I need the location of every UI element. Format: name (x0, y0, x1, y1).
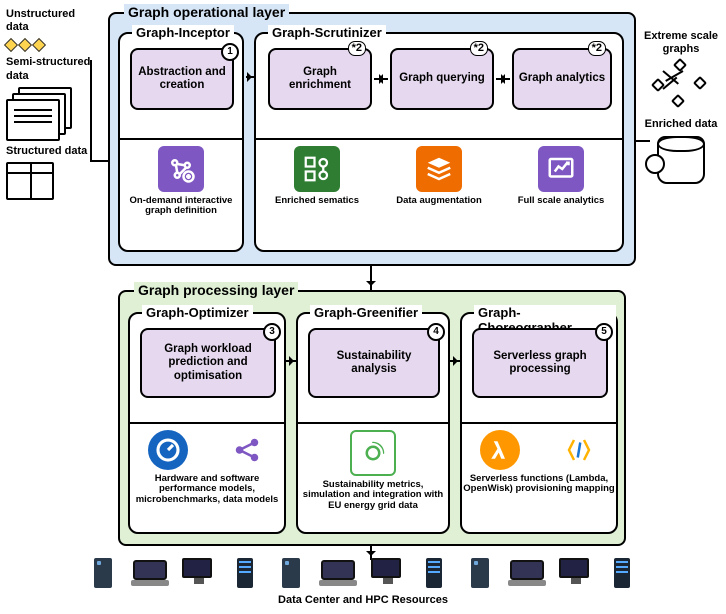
box-analytics: Graph analytics *2 (512, 48, 612, 110)
unstructured-icon (6, 38, 94, 56)
badge-star2: *2 (588, 41, 606, 56)
arrow-opt-green (286, 360, 298, 362)
badge-star2: *2 (348, 41, 366, 56)
tower-icon (86, 558, 122, 590)
module-graph-inceptor: Graph-Inceptor Abstraction and creation … (118, 32, 244, 252)
documents-icon (6, 87, 76, 139)
arrow-enrich-query (374, 78, 388, 80)
laptop-icon (133, 558, 169, 590)
spring-icon (350, 430, 396, 476)
box-choreographer: Serverless graph processing 5 (472, 328, 608, 398)
function-icon (559, 430, 599, 470)
layer-title: Graph operational layer (124, 4, 289, 20)
box-querying: Graph querying *2 (390, 48, 494, 110)
monitor-icon (369, 558, 405, 590)
lambda-icon (480, 430, 520, 470)
server-icon (604, 558, 640, 590)
output-column: Extreme scale graphs Enriched data (642, 30, 720, 184)
share-icon (227, 430, 267, 470)
label-enriched-data: Enriched data (642, 118, 720, 131)
badge-3: 3 (263, 323, 281, 341)
arrow-op-to-proc (370, 266, 372, 290)
badge-4: 4 (427, 323, 445, 341)
connector-left (90, 160, 108, 162)
module-title: Graph-Scrutinizer (268, 25, 386, 40)
tower-icon (274, 558, 310, 590)
arrow-green-choreo (450, 360, 462, 362)
module-graph-greenifier: Graph-Greenifier Sustainability analysis… (296, 312, 450, 534)
caption-enriched-semantics: Enriched sematics (256, 146, 378, 206)
connector-right (636, 140, 650, 142)
caption-choreographer: Serverless functions (Lambda, OpenWisk) … (462, 430, 616, 495)
caption-full-scale-analytics: Full scale analytics (500, 146, 622, 206)
caption-inceptor: On-demand interactive graph definition (120, 146, 242, 217)
monitor-icon (557, 558, 593, 590)
graph-processing-layer: Graph processing layer Graph-Optimizer G… (118, 290, 626, 546)
laptop-icon (510, 558, 546, 590)
tower-icon (463, 558, 499, 590)
box-greenifier: Sustainability analysis 4 (308, 328, 440, 398)
hardware-resources-row (80, 558, 646, 590)
badge-5: 5 (595, 323, 613, 341)
hardware-label: Data Center and HPC Resources (0, 594, 726, 606)
box-optimizer: Graph workload prediction and optimisati… (140, 328, 276, 398)
graph-operational-layer: Graph operational layer Graph-Inceptor A… (108, 12, 636, 266)
label-semistructured: Semi-structured data (6, 56, 94, 82)
module-title: Graph-Greenifier (310, 305, 422, 320)
arrow-query-analytics (496, 78, 510, 80)
arrow-inceptor-scrutinizer (246, 76, 256, 78)
caption-data-augmentation: Data augmentation (378, 146, 500, 206)
graph-add-icon (158, 146, 204, 192)
module-title: Graph-Optimizer (142, 305, 253, 320)
database-icon (657, 136, 705, 184)
box-abstraction: Abstraction and creation 1 (130, 48, 234, 110)
server-icon (227, 558, 263, 590)
module-graph-optimizer: Graph-Optimizer Graph workload predictio… (128, 312, 286, 534)
layer-title: Graph processing layer (134, 282, 298, 298)
table-icon (6, 162, 54, 200)
module-title: Graph-Inceptor (132, 25, 234, 40)
input-data-column: Unstructured data Semi-structured data S… (6, 8, 94, 200)
gauge-icon (148, 430, 188, 470)
module-graph-scrutinizer: Graph-Scrutinizer Graph enrichment *2 Gr… (254, 32, 624, 252)
layers-icon (416, 146, 462, 192)
label-structured: Structured data (6, 145, 94, 158)
caption-greenifier: Sustainability metrics, simulation and i… (298, 430, 448, 511)
label-extreme-scale: Extreme scale graphs (642, 30, 720, 56)
laptop-icon (321, 558, 357, 590)
module-graph-choreographer: Graph-Choreographer Serverless graph pro… (460, 312, 618, 534)
semantics-icon (294, 146, 340, 192)
label-unstructured: Unstructured data (6, 8, 94, 34)
analytics-icon (538, 146, 584, 192)
caption-optimizer: Hardware and software performance models… (130, 430, 284, 505)
graph-icon (653, 60, 709, 108)
badge-star2: *2 (470, 41, 488, 56)
badge-1: 1 (221, 43, 239, 61)
monitor-icon (180, 558, 216, 590)
server-icon (416, 558, 452, 590)
box-label: Abstraction and creation (136, 66, 228, 92)
box-enrichment: Graph enrichment *2 (268, 48, 372, 110)
